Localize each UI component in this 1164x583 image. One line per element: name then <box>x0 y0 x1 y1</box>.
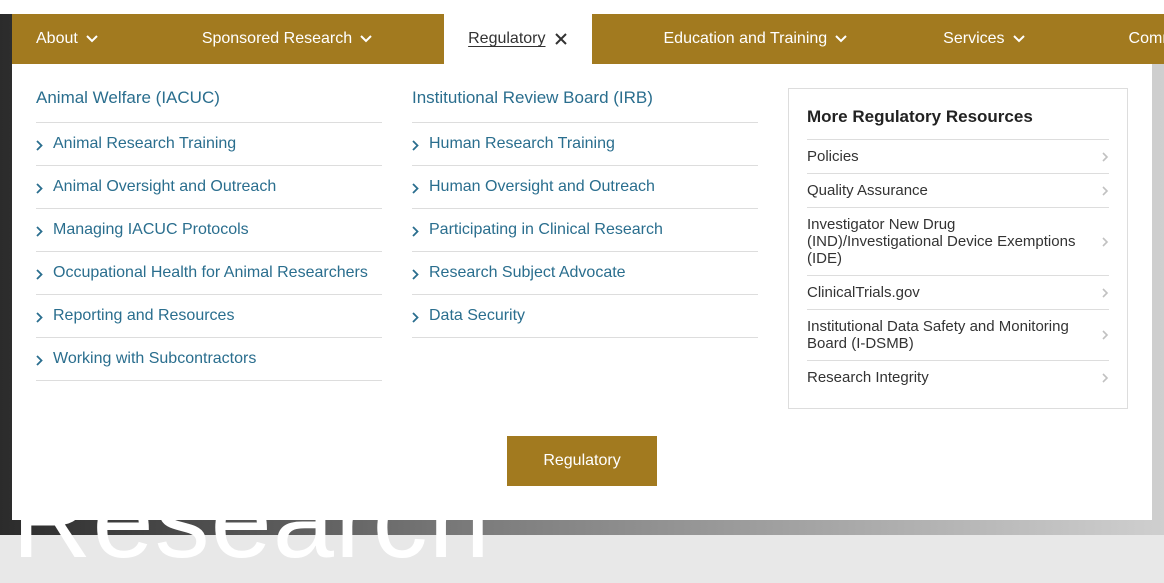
nav-label: Regulatory <box>468 30 545 48</box>
nav-item-education-training[interactable]: Education and Training <box>640 14 872 64</box>
link-label: Reporting and Resources <box>53 307 234 325</box>
main-navbar: About Sponsored Research Regulatory Educ… <box>12 14 1164 64</box>
link-item[interactable]: Participating in Clinical Research <box>412 209 758 252</box>
link-item[interactable]: Occupational Health for Animal Researche… <box>36 252 382 295</box>
sidebar-item-label: Policies <box>807 148 859 165</box>
link-item[interactable]: Research Subject Advocate <box>412 252 758 295</box>
nav-item-regulatory[interactable]: Regulatory <box>444 14 591 64</box>
cta-wrap: Regulatory <box>12 436 1152 486</box>
sidebar-item[interactable]: Research Integrity <box>807 360 1109 394</box>
chevron-right-icon <box>36 226 43 237</box>
link-list: Human Research Training Human Oversight … <box>412 123 758 338</box>
chevron-down-icon <box>360 35 372 43</box>
nav-item-community-resources[interactable]: Community Resources <box>1105 14 1164 64</box>
sidebar-item-label: ClinicalTrials.gov <box>807 284 920 301</box>
link-label: Occupational Health for Animal Researche… <box>53 264 368 282</box>
sidebar-more-resources: More Regulatory Resources Policies Quali… <box>788 88 1128 409</box>
caret-right-icon <box>1102 237 1109 247</box>
link-label: Participating in Clinical Research <box>429 221 663 239</box>
nav-label: Sponsored Research <box>202 30 352 48</box>
nav-label: Services <box>943 30 1004 48</box>
sidebar-item[interactable]: Policies <box>807 139 1109 173</box>
chevron-right-icon <box>412 226 419 237</box>
link-label: Animal Research Training <box>53 135 236 153</box>
nav-label: About <box>36 30 78 48</box>
topbar-gap <box>0 0 1164 14</box>
sidebar-item[interactable]: Quality Assurance <box>807 173 1109 207</box>
link-list: Animal Research Training Animal Oversigh… <box>36 123 382 381</box>
nav-item-services[interactable]: Services <box>919 14 1048 64</box>
link-label: Animal Oversight and Outreach <box>53 178 276 196</box>
link-item[interactable]: Data Security <box>412 295 758 338</box>
sidebar-item-label: Research Integrity <box>807 369 929 386</box>
sidebar-item[interactable]: Institutional Data Safety and Monitoring… <box>807 309 1109 360</box>
chevron-down-icon <box>86 35 98 43</box>
link-item[interactable]: Animal Research Training <box>36 123 382 166</box>
chevron-right-icon <box>36 140 43 151</box>
sidebar-item[interactable]: Investigator New Drug (IND)/Investigatio… <box>807 207 1109 275</box>
sidebar-list: Policies Quality Assurance Investigator … <box>807 139 1109 394</box>
link-label: Human Oversight and Outreach <box>429 178 655 196</box>
chevron-right-icon <box>412 140 419 151</box>
sidebar-item-label: Quality Assurance <box>807 182 928 199</box>
link-item[interactable]: Managing IACUC Protocols <box>36 209 382 252</box>
link-item[interactable]: Human Oversight and Outreach <box>412 166 758 209</box>
sidebar-item-label: Investigator New Drug (IND)/Investigatio… <box>807 216 1094 267</box>
caret-right-icon <box>1102 330 1109 340</box>
nav-item-about[interactable]: About <box>12 14 122 64</box>
link-item[interactable]: Animal Oversight and Outreach <box>36 166 382 209</box>
chevron-down-icon <box>1013 35 1025 43</box>
nav-label: Community Resources <box>1129 30 1164 48</box>
caret-right-icon <box>1102 373 1109 383</box>
menu-column-iacuc: Animal Welfare (IACUC) Animal Research T… <box>36 88 382 381</box>
nav-label: Education and Training <box>664 30 828 48</box>
menu-column-irb: Institutional Review Board (IRB) Human R… <box>412 88 758 338</box>
nav-spacer <box>122 14 178 64</box>
menu-columns: Animal Welfare (IACUC) Animal Research T… <box>36 88 1128 409</box>
nav-item-sponsored-research[interactable]: Sponsored Research <box>178 14 396 64</box>
nav-spacer <box>396 14 444 64</box>
chevron-right-icon <box>412 269 419 280</box>
sidebar-item[interactable]: ClinicalTrials.gov <box>807 275 1109 309</box>
caret-right-icon <box>1102 288 1109 298</box>
nav-spacer <box>1049 14 1105 64</box>
link-label: Data Security <box>429 307 525 325</box>
link-label: Managing IACUC Protocols <box>53 221 249 239</box>
chevron-right-icon <box>36 355 43 366</box>
link-label: Human Research Training <box>429 135 615 153</box>
column-heading[interactable]: Institutional Review Board (IRB) <box>412 88 758 123</box>
sidebar-item-label: Institutional Data Safety and Monitoring… <box>807 318 1094 352</box>
nav-spacer <box>592 14 640 64</box>
link-item[interactable]: Human Research Training <box>412 123 758 166</box>
chevron-right-icon <box>412 312 419 323</box>
chevron-right-icon <box>412 183 419 194</box>
nav-spacer <box>871 14 919 64</box>
column-heading[interactable]: Animal Welfare (IACUC) <box>36 88 382 123</box>
link-label: Research Subject Advocate <box>429 264 626 282</box>
regulatory-button[interactable]: Regulatory <box>507 436 656 486</box>
link-item[interactable]: Reporting and Resources <box>36 295 382 338</box>
caret-right-icon <box>1102 186 1109 196</box>
chevron-down-icon <box>835 35 847 43</box>
link-label: Working with Subcontractors <box>53 350 256 368</box>
caret-right-icon <box>1102 152 1109 162</box>
chevron-right-icon <box>36 183 43 194</box>
sidebar-heading: More Regulatory Resources <box>807 107 1109 139</box>
link-item[interactable]: Working with Subcontractors <box>36 338 382 381</box>
mega-menu: Animal Welfare (IACUC) Animal Research T… <box>12 64 1152 520</box>
chevron-right-icon <box>36 269 43 280</box>
chevron-right-icon <box>36 312 43 323</box>
close-icon <box>554 32 568 46</box>
